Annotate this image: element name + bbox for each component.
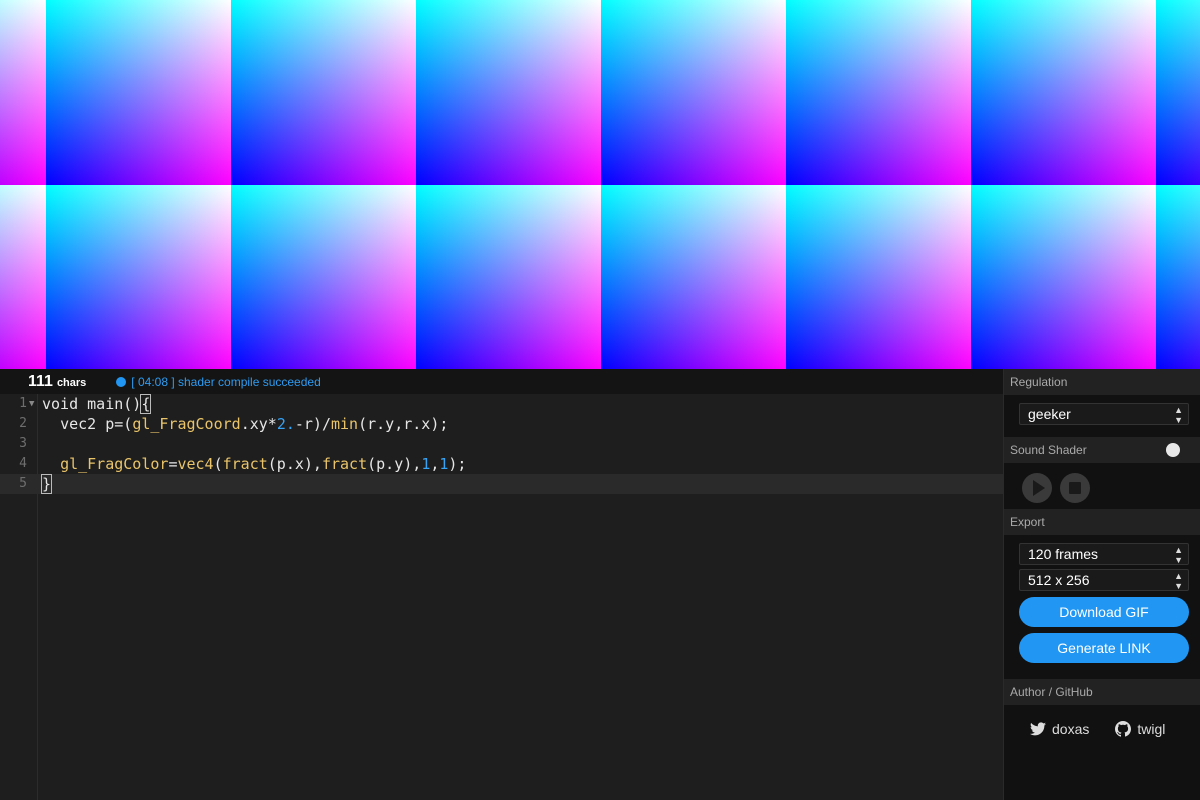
line-number: 3 — [19, 436, 27, 451]
shader-tile — [0, 185, 46, 369]
shader-tile — [601, 185, 786, 369]
code-text[interactable]: gl_FragColor=vec4(fract(p.x),fract(p.y),… — [42, 454, 466, 474]
frames-selected-value: 120 frames — [1028, 546, 1099, 562]
sound-shader-toggle[interactable] — [1166, 443, 1192, 457]
code-text[interactable]: } — [40, 474, 53, 494]
shader-tile — [786, 0, 971, 185]
shader-tile — [786, 185, 971, 369]
code-line[interactable]: 3 — [0, 434, 1003, 454]
regulation-selected-value: geeker — [1028, 406, 1071, 422]
shader-tile — [46, 0, 231, 185]
shader-tile — [231, 0, 416, 185]
side-panel: Regulation geeker ▲ ▼ Sound Shader Export… — [1003, 369, 1200, 800]
export-section: 120 frames ▲ ▼ 512 x 256 ▲ ▼ Download GIF … — [1004, 535, 1200, 671]
fold-arrow-icon[interactable]: ▼ — [29, 394, 34, 414]
shader-tile — [0, 0, 46, 185]
play-icon — [1032, 480, 1045, 496]
code-line[interactable]: 2 vec2 p=(gl_FragCoord.xy*2.-r)/min(r.y,… — [0, 414, 1003, 434]
size-selected-value: 512 x 256 — [1028, 572, 1090, 588]
frames-select[interactable]: 120 frames ▲ ▼ — [1019, 543, 1189, 565]
export-header: Export — [1004, 509, 1200, 535]
download-gif-button[interactable]: Download GIF — [1019, 597, 1189, 627]
sound-player-controls — [1004, 463, 1200, 509]
shader-tile — [971, 0, 1156, 185]
author-links: doxas twigl — [1004, 705, 1200, 737]
editor-status-bar: 111 chars [ 04:08 ] shader compile succe… — [0, 369, 1003, 394]
shader-tile — [46, 185, 231, 369]
regulation-header: Regulation — [1004, 369, 1200, 395]
compile-status-message: [ 04:08 ] shader compile succeeded — [131, 374, 321, 389]
shader-tile — [1156, 0, 1200, 185]
regulation-section: geeker ▲ ▼ — [1004, 395, 1200, 437]
char-count-unit: chars — [56, 377, 87, 389]
github-icon — [1115, 721, 1132, 737]
shader-tile — [971, 185, 1156, 369]
chevron-updown-icon: ▲ ▼ — [1174, 405, 1183, 425]
status-dot-icon — [116, 376, 127, 387]
code-area[interactable]: 1 ▼ void main(){ 2 vec2 p=(gl_FragCoord.… — [0, 394, 1003, 800]
shader-preview-canvas — [0, 0, 1200, 369]
twitter-link[interactable]: doxas — [1030, 721, 1089, 737]
code-line[interactable]: 1 ▼ void main(){ — [0, 394, 1003, 414]
play-button[interactable] — [1022, 473, 1052, 503]
regulation-select[interactable]: geeker ▲ ▼ — [1019, 403, 1189, 425]
line-number: 2 — [19, 416, 27, 431]
sound-shader-label: Sound Shader — [1010, 443, 1087, 457]
code-editor[interactable]: 111 chars [ 04:08 ] shader compile succe… — [0, 369, 1003, 800]
char-count: 111 — [28, 372, 53, 390]
shader-tile — [601, 0, 786, 185]
github-name: twigl — [1137, 721, 1166, 737]
shader-tile — [1156, 185, 1200, 369]
github-link[interactable]: twigl — [1115, 721, 1165, 737]
twitter-icon — [1030, 722, 1046, 736]
code-line[interactable]: 4 gl_FragColor=vec4(fract(p.x),fract(p.y… — [0, 454, 1003, 474]
shader-tile — [416, 0, 601, 185]
code-text[interactable]: void main(){ — [42, 394, 152, 414]
code-line-active[interactable]: 5 } — [0, 474, 1003, 494]
chevron-updown-icon: ▲ ▼ — [1174, 545, 1183, 565]
line-number: 5 — [19, 476, 27, 491]
chevron-updown-icon: ▲ ▼ — [1174, 571, 1183, 591]
sound-shader-header: Sound Shader — [1004, 437, 1200, 463]
twitter-name: doxas — [1052, 721, 1090, 737]
author-header: Author / GitHub — [1004, 679, 1200, 705]
size-select[interactable]: 512 x 256 ▲ ▼ — [1019, 569, 1189, 591]
line-number: 4 — [19, 456, 27, 471]
generate-link-button[interactable]: Generate LINK — [1019, 633, 1189, 663]
shader-tile — [231, 185, 416, 369]
line-number: 1 — [19, 396, 27, 411]
stop-icon — [1069, 482, 1081, 494]
code-text[interactable]: vec2 p=(gl_FragCoord.xy*2.-r)/min(r.y,r.… — [42, 414, 448, 434]
stop-button[interactable] — [1060, 473, 1090, 503]
shader-tile — [416, 185, 601, 369]
toggle-knob — [1166, 443, 1180, 457]
